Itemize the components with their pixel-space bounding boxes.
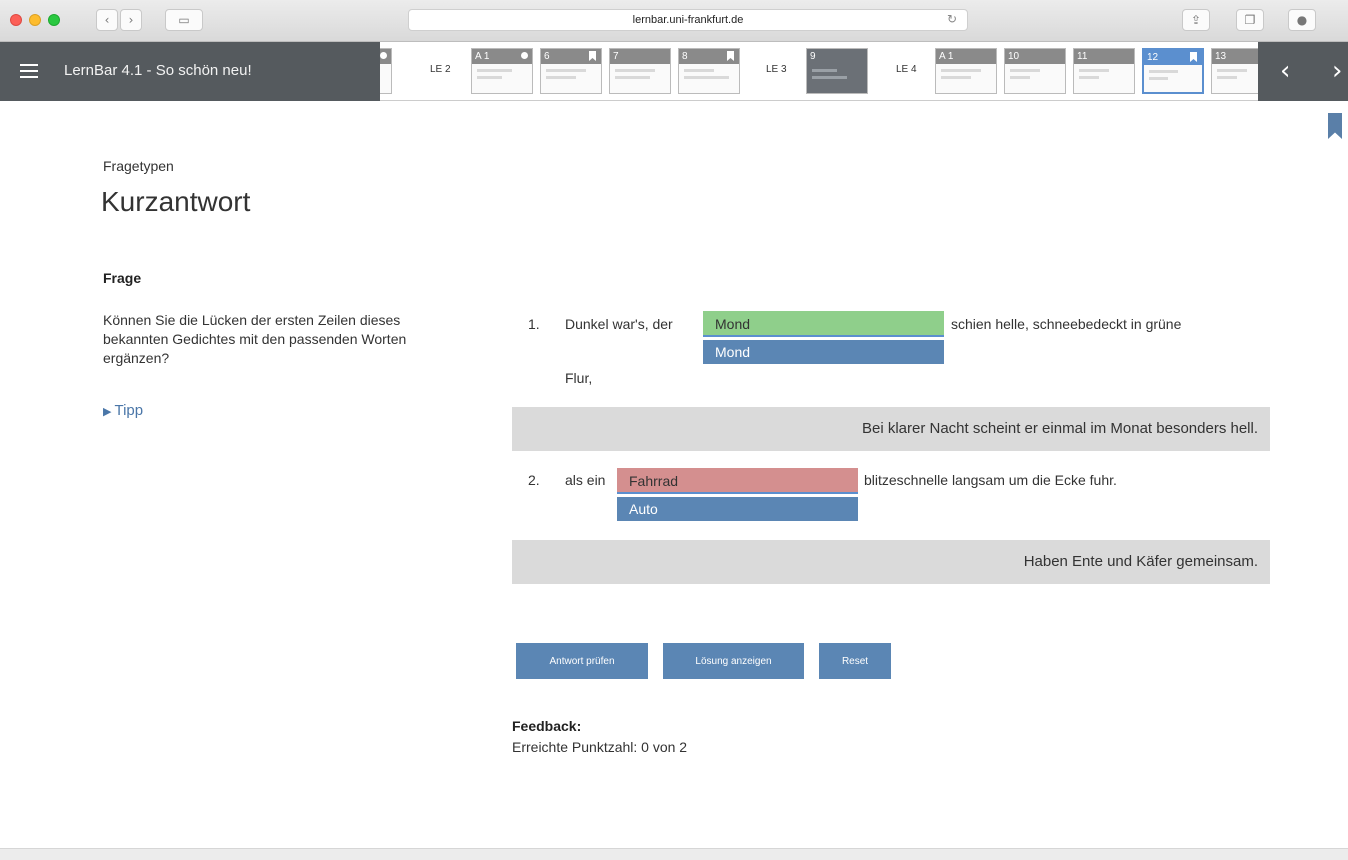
question-2-text-after: blitzeschnelle langsam um die Ecke fuhr. (864, 472, 1117, 488)
app-title: LernBar 4.1 - So schön neu! (64, 62, 252, 79)
thumbnail-partial[interactable] (380, 48, 392, 94)
download-icon[interactable]: ● (1288, 9, 1316, 31)
page-kicker: Fragetypen (103, 158, 174, 174)
page-thumbnail-strip: LE 2 A 1 6 7 8 LE 3 9 LE 4 A 1 10 11 12 … (380, 42, 1258, 101)
question-2-number: 2. (528, 472, 540, 488)
footer-divider (0, 848, 1348, 860)
minimize-window-button[interactable] (29, 14, 41, 26)
thumbnail-7[interactable]: 7 (609, 48, 671, 94)
tipp-label: Tipp (114, 402, 144, 419)
bookmark-icon (727, 51, 734, 61)
section-label-le4[interactable]: LE 4 (896, 64, 917, 75)
browser-toolbar: ‹ › ▭ lernbar.uni-frankfurt.de ↻ ⇪ ❐ ● (0, 0, 1348, 42)
tabs-icon[interactable]: ❐ (1236, 9, 1264, 31)
thumbnail-10[interactable]: 10 (1004, 48, 1066, 94)
visited-dot-icon (521, 52, 528, 59)
question-1-text-after: schien helle, schneebedeckt in grüne (951, 316, 1182, 332)
sidebar-icon[interactable]: ▭ (165, 9, 203, 31)
question-1-continuation: Flur, (565, 370, 593, 386)
triangle-right-icon: ▶ (103, 405, 112, 418)
thumbnail-11[interactable]: 11 (1073, 48, 1135, 94)
bookmark-icon (1190, 52, 1197, 62)
question-1-hint: Bei klarer Nacht scheint er einmal im Mo… (512, 407, 1270, 451)
tipp-toggle[interactable]: ▶ Tipp (103, 402, 143, 419)
thumbnail-6[interactable]: 6 (540, 48, 602, 94)
visited-dot-icon (380, 52, 387, 59)
question-1-number: 1. (528, 316, 540, 332)
gap-2-input[interactable]: Fahrrad (617, 468, 858, 494)
feedback-text: Erreichte Punktzahl: 0 von 2 (512, 739, 688, 755)
reset-button[interactable]: Reset (819, 643, 891, 679)
gap-1-input[interactable]: Mond (703, 311, 944, 337)
bookmark-page-icon[interactable] (1328, 113, 1342, 139)
section-label-le2[interactable]: LE 2 (430, 64, 451, 75)
chevron-right-icon[interactable]: › (1332, 56, 1342, 86)
feedback-heading: Feedback: (512, 718, 582, 734)
thumbnail-a1[interactable]: A 1 (471, 48, 533, 94)
show-solution-button[interactable]: Lösung anzeigen (663, 643, 804, 679)
back-icon[interactable]: ‹ (96, 9, 118, 31)
url-text: lernbar.uni-frankfurt.de (632, 14, 744, 26)
forward-icon[interactable]: › (120, 9, 142, 31)
question-2-text-before: als ein (565, 472, 606, 488)
bookmark-icon (589, 51, 596, 61)
question-heading: Frage (103, 270, 142, 286)
page-title: Kurzantwort (101, 186, 251, 217)
thumbnail-8[interactable]: 8 (678, 48, 740, 94)
question-1-text-before: Dunkel war's, der (565, 316, 673, 332)
thumbnail-a1-le4[interactable]: A 1 (935, 48, 997, 94)
reload-icon[interactable]: ↻ (947, 12, 957, 26)
thumbnail-13[interactable]: 13 (1211, 48, 1258, 94)
zoom-window-button[interactable] (48, 14, 60, 26)
thumbnail-12[interactable]: 12 (1142, 48, 1204, 94)
chevron-left-icon[interactable]: ‹ (1280, 56, 1290, 86)
url-field[interactable]: lernbar.uni-frankfurt.de ↻ (408, 9, 968, 31)
thumbnail-9[interactable]: 9 (806, 48, 868, 94)
section-label-le3[interactable]: LE 3 (766, 64, 787, 75)
question-2-hint: Haben Ente und Käfer gemeinsam. (512, 540, 1270, 584)
thumbnail-nav: ‹ › (1258, 42, 1348, 101)
share-icon[interactable]: ⇪ (1182, 9, 1210, 31)
gap-2-solution: Auto (617, 497, 858, 521)
menu-icon[interactable] (20, 64, 38, 78)
gap-1-solution: Mond (703, 340, 944, 364)
question-text: Können Sie die Lücken der ersten Zeilen … (103, 312, 407, 366)
check-answer-button[interactable]: Antwort prüfen (516, 643, 648, 679)
close-window-button[interactable] (10, 14, 22, 26)
